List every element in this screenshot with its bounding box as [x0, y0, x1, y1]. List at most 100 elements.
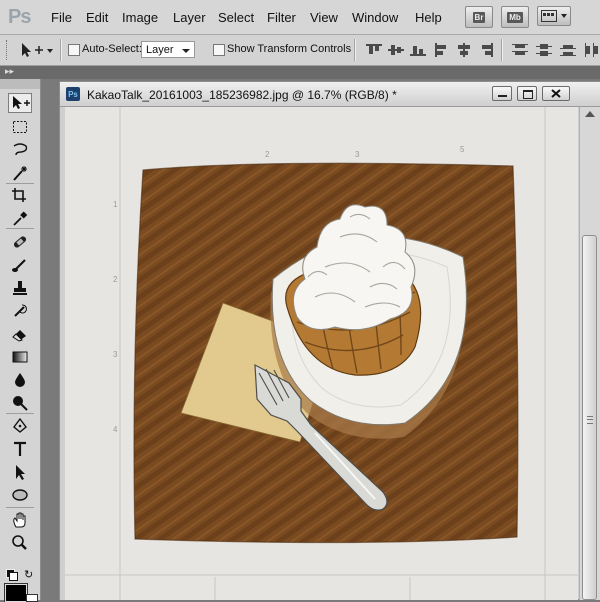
minimize-icon: [498, 95, 507, 97]
eyedropper-tool[interactable]: [8, 208, 32, 228]
svg-text:1: 1: [113, 200, 118, 209]
lasso-icon: [13, 143, 28, 156]
close-icon: [551, 89, 561, 98]
scrollbar-thumb[interactable]: [582, 235, 597, 600]
chevron-down-icon: [561, 14, 567, 18]
default-colors-icon[interactable]: [6, 569, 18, 581]
options-divider: [501, 39, 503, 61]
spot-healing-brush-tool[interactable]: [8, 232, 32, 252]
close-button[interactable]: [542, 86, 570, 101]
move-tool-icon: [13, 96, 30, 109]
dodge-tool[interactable]: [8, 393, 32, 413]
menu-window[interactable]: Window: [352, 10, 398, 25]
zoom-icon: [12, 535, 27, 550]
history-brush-icon: [14, 304, 27, 317]
show-transform-checkbox[interactable]: [213, 44, 225, 56]
collapse-arrows-icon[interactable]: ▸▸: [5, 66, 14, 77]
distribute-vertical-centers-icon[interactable]: [536, 43, 552, 57]
hand-tool[interactable]: [8, 510, 32, 530]
tool-preset-picker[interactable]: [18, 41, 54, 59]
align-bottom-edges-icon[interactable]: [410, 43, 426, 57]
minimize-button[interactable]: [492, 86, 512, 101]
menu-select[interactable]: Select: [218, 10, 254, 25]
move-tool[interactable]: [8, 93, 32, 113]
toolbox: ↻: [0, 79, 41, 602]
menu-edit[interactable]: Edit: [86, 10, 108, 25]
gradient-icon: [12, 351, 28, 363]
align-left-edges-icon[interactable]: [434, 43, 450, 57]
magic-wand-icon: [13, 166, 27, 181]
options-grip[interactable]: [6, 40, 9, 60]
history-brush-tool[interactable]: [8, 301, 32, 321]
eraser-tool[interactable]: [8, 324, 32, 344]
toolbox-divider: [6, 228, 34, 229]
lasso-tool[interactable]: [8, 140, 32, 160]
brush-tool[interactable]: [8, 255, 32, 275]
rectangular-marquee-tool[interactable]: [8, 117, 32, 137]
distribute-left-edges-icon[interactable]: [584, 43, 600, 57]
align-horizontal-centers-icon[interactable]: [456, 43, 472, 57]
panel-collapse-bar: ▸▸: [0, 66, 600, 79]
restore-button[interactable]: [517, 86, 537, 101]
bridge-button[interactable]: Br: [465, 6, 493, 28]
type-tool[interactable]: [8, 439, 32, 459]
toolbox-grip[interactable]: [0, 79, 40, 89]
hand-icon: [13, 512, 26, 528]
canvas-area[interactable]: 1 2 3 4 2 3 5: [65, 107, 578, 600]
menu-filter[interactable]: Filter: [267, 10, 296, 25]
quick-selection-tool[interactable]: [8, 163, 32, 183]
menu-view[interactable]: View: [310, 10, 338, 25]
blur-tool[interactable]: [8, 370, 32, 390]
mini-bridge-button[interactable]: Mb: [501, 6, 529, 28]
swap-colors-icon[interactable]: ↻: [24, 568, 33, 581]
align-right-edges-icon[interactable]: [478, 43, 494, 57]
svg-text:2: 2: [265, 150, 270, 159]
ellipse-tool[interactable]: [8, 485, 32, 505]
drop-icon: [15, 373, 25, 387]
foreground-color-swatch[interactable]: [4, 583, 28, 602]
menu-file[interactable]: File: [51, 10, 72, 25]
document-title-bar[interactable]: Ps KakaoTalk_20161003_185236982.jpg @ 16…: [60, 82, 600, 107]
crop-tool[interactable]: [8, 185, 32, 205]
document-title: KakaoTalk_20161003_185236982.jpg @ 16.7%…: [87, 88, 397, 102]
scroll-up-arrow-icon[interactable]: [585, 111, 595, 117]
distribute-top-edges-icon[interactable]: [512, 43, 528, 57]
options-divider: [60, 39, 62, 61]
menu-image[interactable]: Image: [122, 10, 158, 25]
bandage-icon: [13, 236, 27, 248]
eyedropper-icon: [13, 211, 28, 226]
background-color-swatch[interactable]: [26, 594, 38, 602]
options-divider: [354, 39, 356, 61]
distribute-bottom-edges-icon[interactable]: [560, 43, 576, 57]
auto-select-checkbox[interactable]: [68, 44, 80, 56]
svg-text:3: 3: [113, 350, 118, 359]
svg-text:3: 3: [355, 150, 360, 159]
toolbox-divider: [6, 183, 34, 184]
svg-text:4: 4: [113, 425, 118, 434]
auto-select-dropdown[interactable]: Layer: [141, 41, 195, 58]
vertical-scrollbar[interactable]: [579, 107, 600, 600]
show-transform-label: Show Transform Controls: [227, 43, 352, 55]
document-window: Ps KakaoTalk_20161003_185236982.jpg @ 16…: [59, 81, 600, 600]
path-selection-tool[interactable]: [8, 462, 32, 482]
move-tool-icon: [22, 43, 53, 57]
align-top-edges-icon[interactable]: [366, 43, 382, 57]
screen-mode-button[interactable]: [537, 6, 571, 26]
marquee-icon: [13, 121, 27, 133]
pen-tool[interactable]: [8, 416, 32, 436]
dodge-icon: [13, 396, 28, 411]
screen-mode-icon: [541, 10, 557, 22]
menu-bar: Ps File Edit Image Layer Select Filter V…: [0, 0, 600, 35]
gradient-tool[interactable]: [8, 347, 32, 367]
scrollbar-grip-icon: [587, 416, 593, 424]
clone-stamp-tool[interactable]: [8, 278, 32, 298]
bridge-label: Br: [472, 11, 486, 23]
painting-image: 1 2 3 4 2 3 5: [65, 107, 578, 600]
zoom-tool[interactable]: [8, 533, 32, 553]
type-icon: [14, 441, 26, 456]
toolbox-divider: [6, 507, 34, 508]
align-vertical-centers-icon[interactable]: [388, 43, 404, 57]
menu-layer[interactable]: Layer: [173, 10, 206, 25]
menu-help[interactable]: Help: [415, 10, 442, 25]
photoshop-logo: Ps: [8, 6, 31, 28]
